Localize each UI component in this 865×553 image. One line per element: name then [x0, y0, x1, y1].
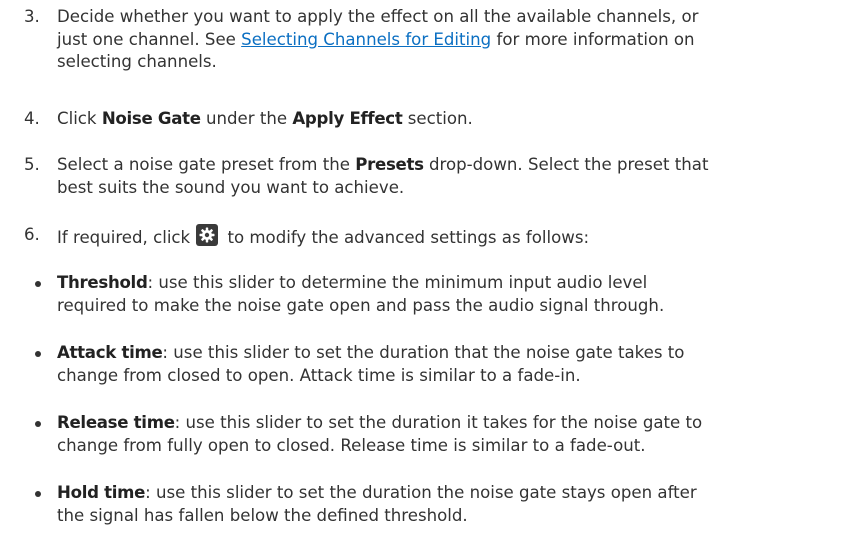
text-segment: : use this slider to set the duration it… [174, 413, 703, 432]
bullet-dot [35, 421, 41, 427]
selecting-channels-link[interactable]: Selecting Channels for Editing [241, 30, 491, 49]
bullet-dot [35, 281, 41, 287]
text-segment: section. [402, 109, 473, 128]
step-text: Click Noise Gate under the Apply Effect … [57, 108, 863, 131]
text-segment: drop-down. Select the preset that [423, 155, 709, 174]
step-line: the signal has fallen below the defined … [57, 505, 468, 525]
step-line: required to make the noise gate open and… [57, 295, 665, 315]
step-number: 5. [24, 155, 40, 174]
step-number: 6. [24, 225, 40, 244]
step-line: Decide whether you want to apply the eff… [57, 7, 699, 26]
list-item-text: Release time: use this slider to set the… [57, 412, 863, 457]
threshold-term: Threshold [57, 273, 148, 292]
hold-time-term: Hold time [57, 483, 146, 502]
step-text: If required, click to modify the advance… [57, 224, 863, 250]
presets-term: Presets [355, 155, 424, 174]
gear-icon[interactable] [196, 224, 219, 246]
step-line: Threshold: use this slider to determine … [57, 272, 863, 295]
text-segment: under the [200, 109, 293, 128]
text-segment: Select a noise gate preset from the [57, 155, 356, 174]
step-line: change from fully open to closed. Releas… [57, 435, 646, 455]
list-item-text: Threshold: use this slider to determine … [57, 272, 863, 317]
text-segment: to modify the advanced settings as follo… [222, 228, 590, 247]
step-number: 3. [24, 7, 40, 26]
list-item-text: Attack time: use this slider to set the … [57, 342, 863, 387]
text-segment: : use this slider to determine the minim… [147, 273, 648, 292]
bullet-dot [35, 351, 41, 357]
step-text: Decide whether you want to apply the eff… [57, 6, 863, 74]
step-text: Select a noise gate preset from the Pres… [57, 154, 863, 199]
step-line: Select a noise gate preset from the Pres… [57, 154, 863, 177]
step-line: best suits the sound you want to achieve… [57, 177, 405, 197]
attack-time-term: Attack time [57, 343, 163, 362]
text-segment: Click [57, 109, 102, 128]
noise-gate-term: Noise Gate [101, 109, 201, 128]
step-line: If required, click to modify the advance… [57, 224, 863, 250]
text-segment: : use this slider to set the duration th… [162, 343, 685, 362]
step-line: Attack time: use this slider to set the … [57, 342, 863, 365]
text-segment: If required, click [57, 228, 191, 247]
step-line: change from closed to open. Attack time … [57, 365, 581, 385]
text-segment: just one channel. See [57, 29, 242, 49]
list-item-text: Hold time: use this slider to set the du… [57, 482, 863, 527]
step-line: Hold time: use this slider to set the du… [57, 482, 863, 505]
text-segment: : use this slider to set the duration th… [145, 483, 697, 502]
step-number: 4. [24, 109, 40, 128]
step-line: Release time: use this slider to set the… [57, 412, 863, 435]
step-line: just one channel. See Selecting Channels… [57, 29, 863, 52]
text-segment: for more information on [491, 29, 695, 49]
release-time-term: Release time [57, 413, 175, 432]
bullet-dot [35, 491, 41, 497]
step-line: Click Noise Gate under the Apply Effect … [57, 108, 863, 131]
step-line: selecting channels. [57, 52, 217, 71]
apply-effect-term: Apply Effect [292, 109, 403, 128]
help-document: 3. Decide whether you want to apply the … [0, 0, 865, 553]
